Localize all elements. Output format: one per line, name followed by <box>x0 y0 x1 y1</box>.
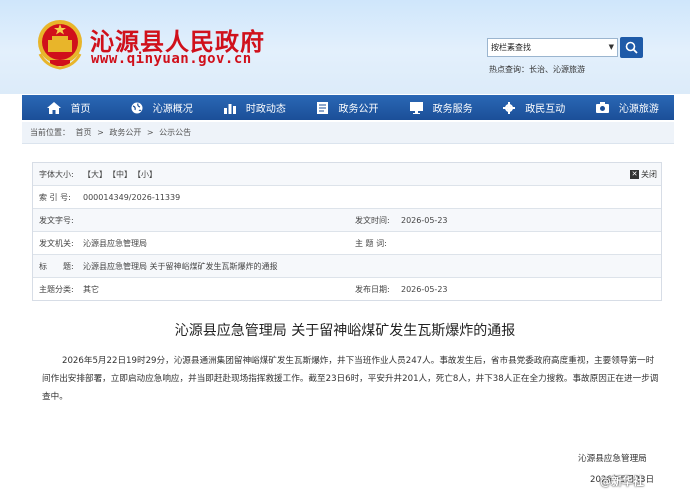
font-size-label: 字体大小: <box>39 170 74 179</box>
breadcrumb-separator: > <box>146 128 154 137</box>
chart-icon <box>223 103 236 114</box>
title-value: 沁源县应急管理局 关于留神峪煤矿发生瓦斯爆炸的通报 <box>83 262 278 271</box>
monitor-icon <box>409 101 423 114</box>
nav-item-gov-service[interactable]: 政务服务 <box>395 95 488 120</box>
close-icon: ✕ <box>630 170 639 179</box>
document-info-table: 字体大小: 【大】 【中】 【小】 ✕ 关闭 索 引 号: 000014349/… <box>32 162 662 301</box>
document-icon <box>317 101 329 114</box>
hot-search[interactable]: 热点查询：长治、沁源旅游 <box>489 64 585 75</box>
nav-item-interaction[interactable]: 政民互动 <box>488 95 581 120</box>
search-placeholder: 按栏素查找 <box>491 43 531 52</box>
nav-item-overview[interactable]: 沁源概况 <box>115 95 208 120</box>
publish-date-value: 2026-05-23 <box>401 285 448 294</box>
site-url: www.qinyuan.gov.cn <box>91 51 252 67</box>
nav-label: 首页 <box>70 104 91 115</box>
article-title: 沁源县应急管理局 关于留神峪煤矿发生瓦斯爆炸的通报 <box>174 323 516 339</box>
font-size-row: 字体大小: 【大】 【中】 【小】 ✕ 关闭 <box>33 163 661 186</box>
nav-label: 沁源旅游 <box>618 104 659 115</box>
font-size-large[interactable]: 【大】 <box>83 163 107 186</box>
category-row: 主题分类: 其它 发布日期: 2026-05-23 <box>33 278 661 301</box>
nav-label: 政务公开 <box>338 104 379 115</box>
article-signature: 沁源县应急管理局 <box>578 454 647 464</box>
index-row: 索 引 号: 000014349/2026-11339 <box>33 186 661 209</box>
issue-time-value: 2026-05-23 <box>401 216 448 225</box>
nav-label: 政务服务 <box>432 104 473 115</box>
close-label: 关闭 <box>641 170 657 179</box>
search-input[interactable]: 按栏素查找 ▼ <box>487 38 618 57</box>
nav-item-home[interactable]: 首页 <box>22 95 115 120</box>
globe-icon <box>131 102 143 113</box>
issuer-label: 发文机关: <box>39 239 74 248</box>
gear-icon <box>503 101 516 114</box>
breadcrumb-notices[interactable]: 公示公告 <box>159 128 191 137</box>
national-emblem-icon <box>38 20 82 70</box>
watermark: @新华社 <box>600 475 644 488</box>
site-header: 沁源县人民政府 www.qinyuan.gov.cn 按栏素查找 ▼ 热点查询：… <box>0 0 690 94</box>
main-nav: 首页 沁源概况 时政动态 政务公开 政务服务 政民互动 沁源旅游 <box>22 95 674 120</box>
search-button[interactable] <box>620 37 643 58</box>
nav-label: 政民互动 <box>525 104 566 115</box>
nav-item-tourism[interactable]: 沁源旅游 <box>581 95 674 120</box>
category-value: 其它 <box>83 285 99 294</box>
breadcrumb-separator: > <box>97 128 104 137</box>
doc-no-row: 发文字号: 发文时间: 2026-05-23 <box>33 209 661 232</box>
article-body: 2026年5月22日19时29分，沁源县通洲集团留神峪煤矿发生瓦斯爆炸，井下当班… <box>42 356 659 402</box>
issue-time-label: 发文时间: <box>355 216 390 225</box>
chevron-down-icon[interactable]: ▼ <box>609 39 614 56</box>
index-label: 索 引 号: <box>39 193 71 202</box>
nav-item-news[interactable]: 时政动态 <box>208 95 301 120</box>
issuer-value: 沁源县应急管理局 <box>83 239 147 248</box>
issuer-row: 发文机关: 沁源县应急管理局 主 题 词: <box>33 232 661 255</box>
nav-label: 时政动态 <box>245 104 286 115</box>
breadcrumb: 当前位置： 首页 > 政务公开 > 公示公告 <box>22 122 674 144</box>
title-label: 标 题: <box>39 262 74 271</box>
home-icon <box>46 101 61 114</box>
breadcrumb-home[interactable]: 首页 <box>76 128 92 137</box>
breadcrumb-gov-open[interactable]: 政务公开 <box>109 128 141 137</box>
title-row: 标 题: 沁源县应急管理局 关于留神峪煤矿发生瓦斯爆炸的通报 <box>33 255 661 278</box>
nav-label: 沁源概况 <box>152 104 193 115</box>
close-button[interactable]: ✕ 关闭 <box>630 163 657 186</box>
font-size-medium[interactable]: 【中】 <box>108 163 132 186</box>
subject-label: 主 题 词: <box>355 239 387 248</box>
nav-item-gov-open[interactable]: 政务公开 <box>301 95 394 120</box>
index-value: 000014349/2026-11339 <box>83 193 181 202</box>
font-size-small[interactable]: 【小】 <box>133 163 157 186</box>
category-label: 主题分类: <box>39 285 74 294</box>
search-icon <box>625 41 638 54</box>
breadcrumb-prefix: 当前位置： <box>30 128 70 137</box>
camera-icon <box>595 102 609 113</box>
doc-no-label: 发文字号: <box>39 216 74 225</box>
publish-date-label: 发布日期: <box>355 285 390 294</box>
